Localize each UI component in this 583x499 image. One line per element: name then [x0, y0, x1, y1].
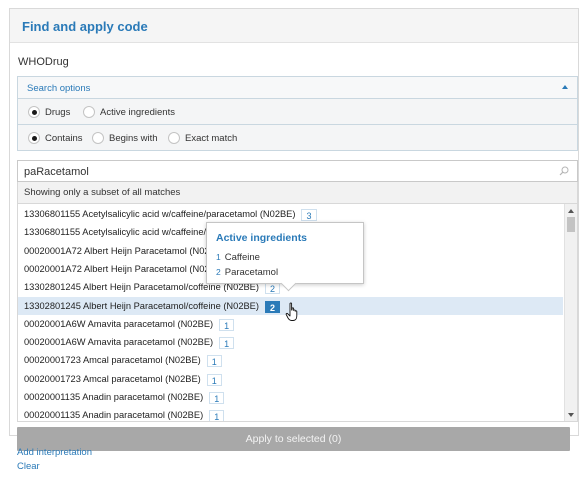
result-row-text: 00020001A6W Amavita paracetamol (N02BE) 1 [24, 318, 235, 331]
radio-exact-match[interactable]: Exact match [168, 132, 237, 144]
tooltip-item-number: 2 [216, 267, 221, 277]
search-options-section: Search options Drugs Active ingredients … [17, 76, 578, 151]
result-row[interactable]: 00020001723 Amcal paracetamol (N02BE) 1 [18, 351, 563, 369]
caret-up-icon[interactable] [562, 85, 568, 89]
result-row[interactable]: 00020001723 Amcal paracetamol (N02BE) 1 [18, 370, 563, 388]
radio-begins-with[interactable]: Begins with [92, 132, 158, 144]
ingredient-count-badge[interactable]: 1 [206, 373, 222, 386]
results-scrollbar[interactable] [564, 204, 577, 421]
tooltip-item: 2 Paracetamol [216, 267, 278, 278]
result-row[interactable]: 13306801155 Acetylsalicylic acid w/caffe… [18, 205, 563, 223]
add-interpretation-link[interactable]: Add interpretation [17, 447, 92, 458]
search-input-value[interactable]: paRacetamol [24, 166, 89, 178]
search-scope-row: Drugs Active ingredients [18, 100, 577, 125]
radio-active-ingredients[interactable]: Active ingredients [83, 106, 175, 118]
tooltip-item-number: 1 [216, 252, 221, 262]
panel-title: Find and apply code [22, 19, 148, 34]
radio-label: Contains [45, 132, 83, 144]
result-row-text: 00020001135 Anadin paracetamol (N02BE) 1 [24, 410, 225, 421]
radio-unchecked-icon[interactable] [168, 132, 180, 144]
active-ingredients-tooltip: Active ingredients 1 Caffeine 2 Paracetamo… [206, 222, 364, 284]
result-row-text: 00020001A6W Amavita paracetamol (N02BE) 1 [24, 337, 235, 350]
ingredient-count-badge[interactable]: 2 [264, 300, 280, 313]
result-row-text: 00020001723 Amcal paracetamol (N02BE) 1 [24, 373, 222, 386]
radio-drugs[interactable]: Drugs [28, 106, 70, 118]
subset-notice: Showing only a subset of all matches [17, 182, 578, 204]
hand-cursor-icon [285, 302, 298, 321]
radio-contains[interactable]: Contains [28, 132, 83, 144]
tooltip-item-label: Paracetamol [224, 267, 279, 278]
ingredient-count-badge[interactable]: 1 [209, 392, 225, 404]
result-row-text: 13302801245 Albert Heijn Paracetamol/cof… [24, 300, 280, 313]
radio-label: Begins with [109, 132, 158, 144]
apply-to-selected-button[interactable]: Apply to selected (0) [17, 427, 570, 451]
result-row-text: 13306801155 Acetylsalicylic acid w/caffe… [24, 209, 317, 221]
scroll-thumb[interactable] [567, 217, 575, 232]
dictionary-label: WHODrug [18, 56, 69, 68]
panel-header: Find and apply code [10, 9, 578, 43]
search-options-title: Search options [27, 83, 91, 94]
result-row[interactable]: 00020001135 Anadin paracetamol (N02BE) 1 [18, 406, 563, 421]
ingredient-count-badge[interactable]: 1 [209, 410, 225, 421]
result-row-text: 00020001723 Amcal paracetamol (N02BE) 1 [24, 355, 222, 368]
subset-notice-text: Showing only a subset of all matches [24, 187, 181, 198]
radio-label: Active ingredients [100, 106, 175, 118]
radio-checked-icon[interactable] [28, 106, 40, 118]
ingredient-count-badge[interactable]: 1 [219, 337, 235, 350]
match-mode-row: Contains Begins with Exact match [18, 126, 577, 151]
ingredient-count-badge[interactable]: 3 [301, 209, 317, 221]
search-options-header[interactable]: Search options [18, 77, 577, 99]
ingredient-count-badge[interactable]: 1 [219, 318, 235, 331]
ingredient-count-badge[interactable]: 1 [206, 355, 222, 368]
radio-label: Exact match [185, 132, 238, 144]
search-input[interactable]: paRacetamol [17, 160, 578, 182]
scroll-up-icon[interactable] [568, 209, 574, 213]
radio-checked-icon[interactable] [28, 132, 40, 144]
tooltip-title: Active ingredients [216, 232, 308, 244]
clear-link[interactable]: Clear [17, 461, 40, 472]
radio-unchecked-icon[interactable] [92, 132, 104, 144]
scroll-down-icon[interactable] [568, 413, 574, 417]
search-icon[interactable] [559, 166, 569, 176]
tooltip-item-label: Caffeine [224, 252, 260, 263]
radio-label: Drugs [45, 106, 71, 118]
apply-button-label: Apply to selected (0) [245, 433, 342, 445]
radio-unchecked-icon[interactable] [83, 106, 95, 118]
result-row-text: 00020001135 Anadin paracetamol (N02BE) 1 [24, 392, 225, 404]
result-row[interactable]: 00020001135 Anadin paracetamol (N02BE) 1 [18, 388, 563, 406]
result-row[interactable]: 00020001A6W Amavita paracetamol (N02BE) 1 [18, 333, 563, 351]
tooltip-item: 1 Caffeine [216, 252, 260, 263]
